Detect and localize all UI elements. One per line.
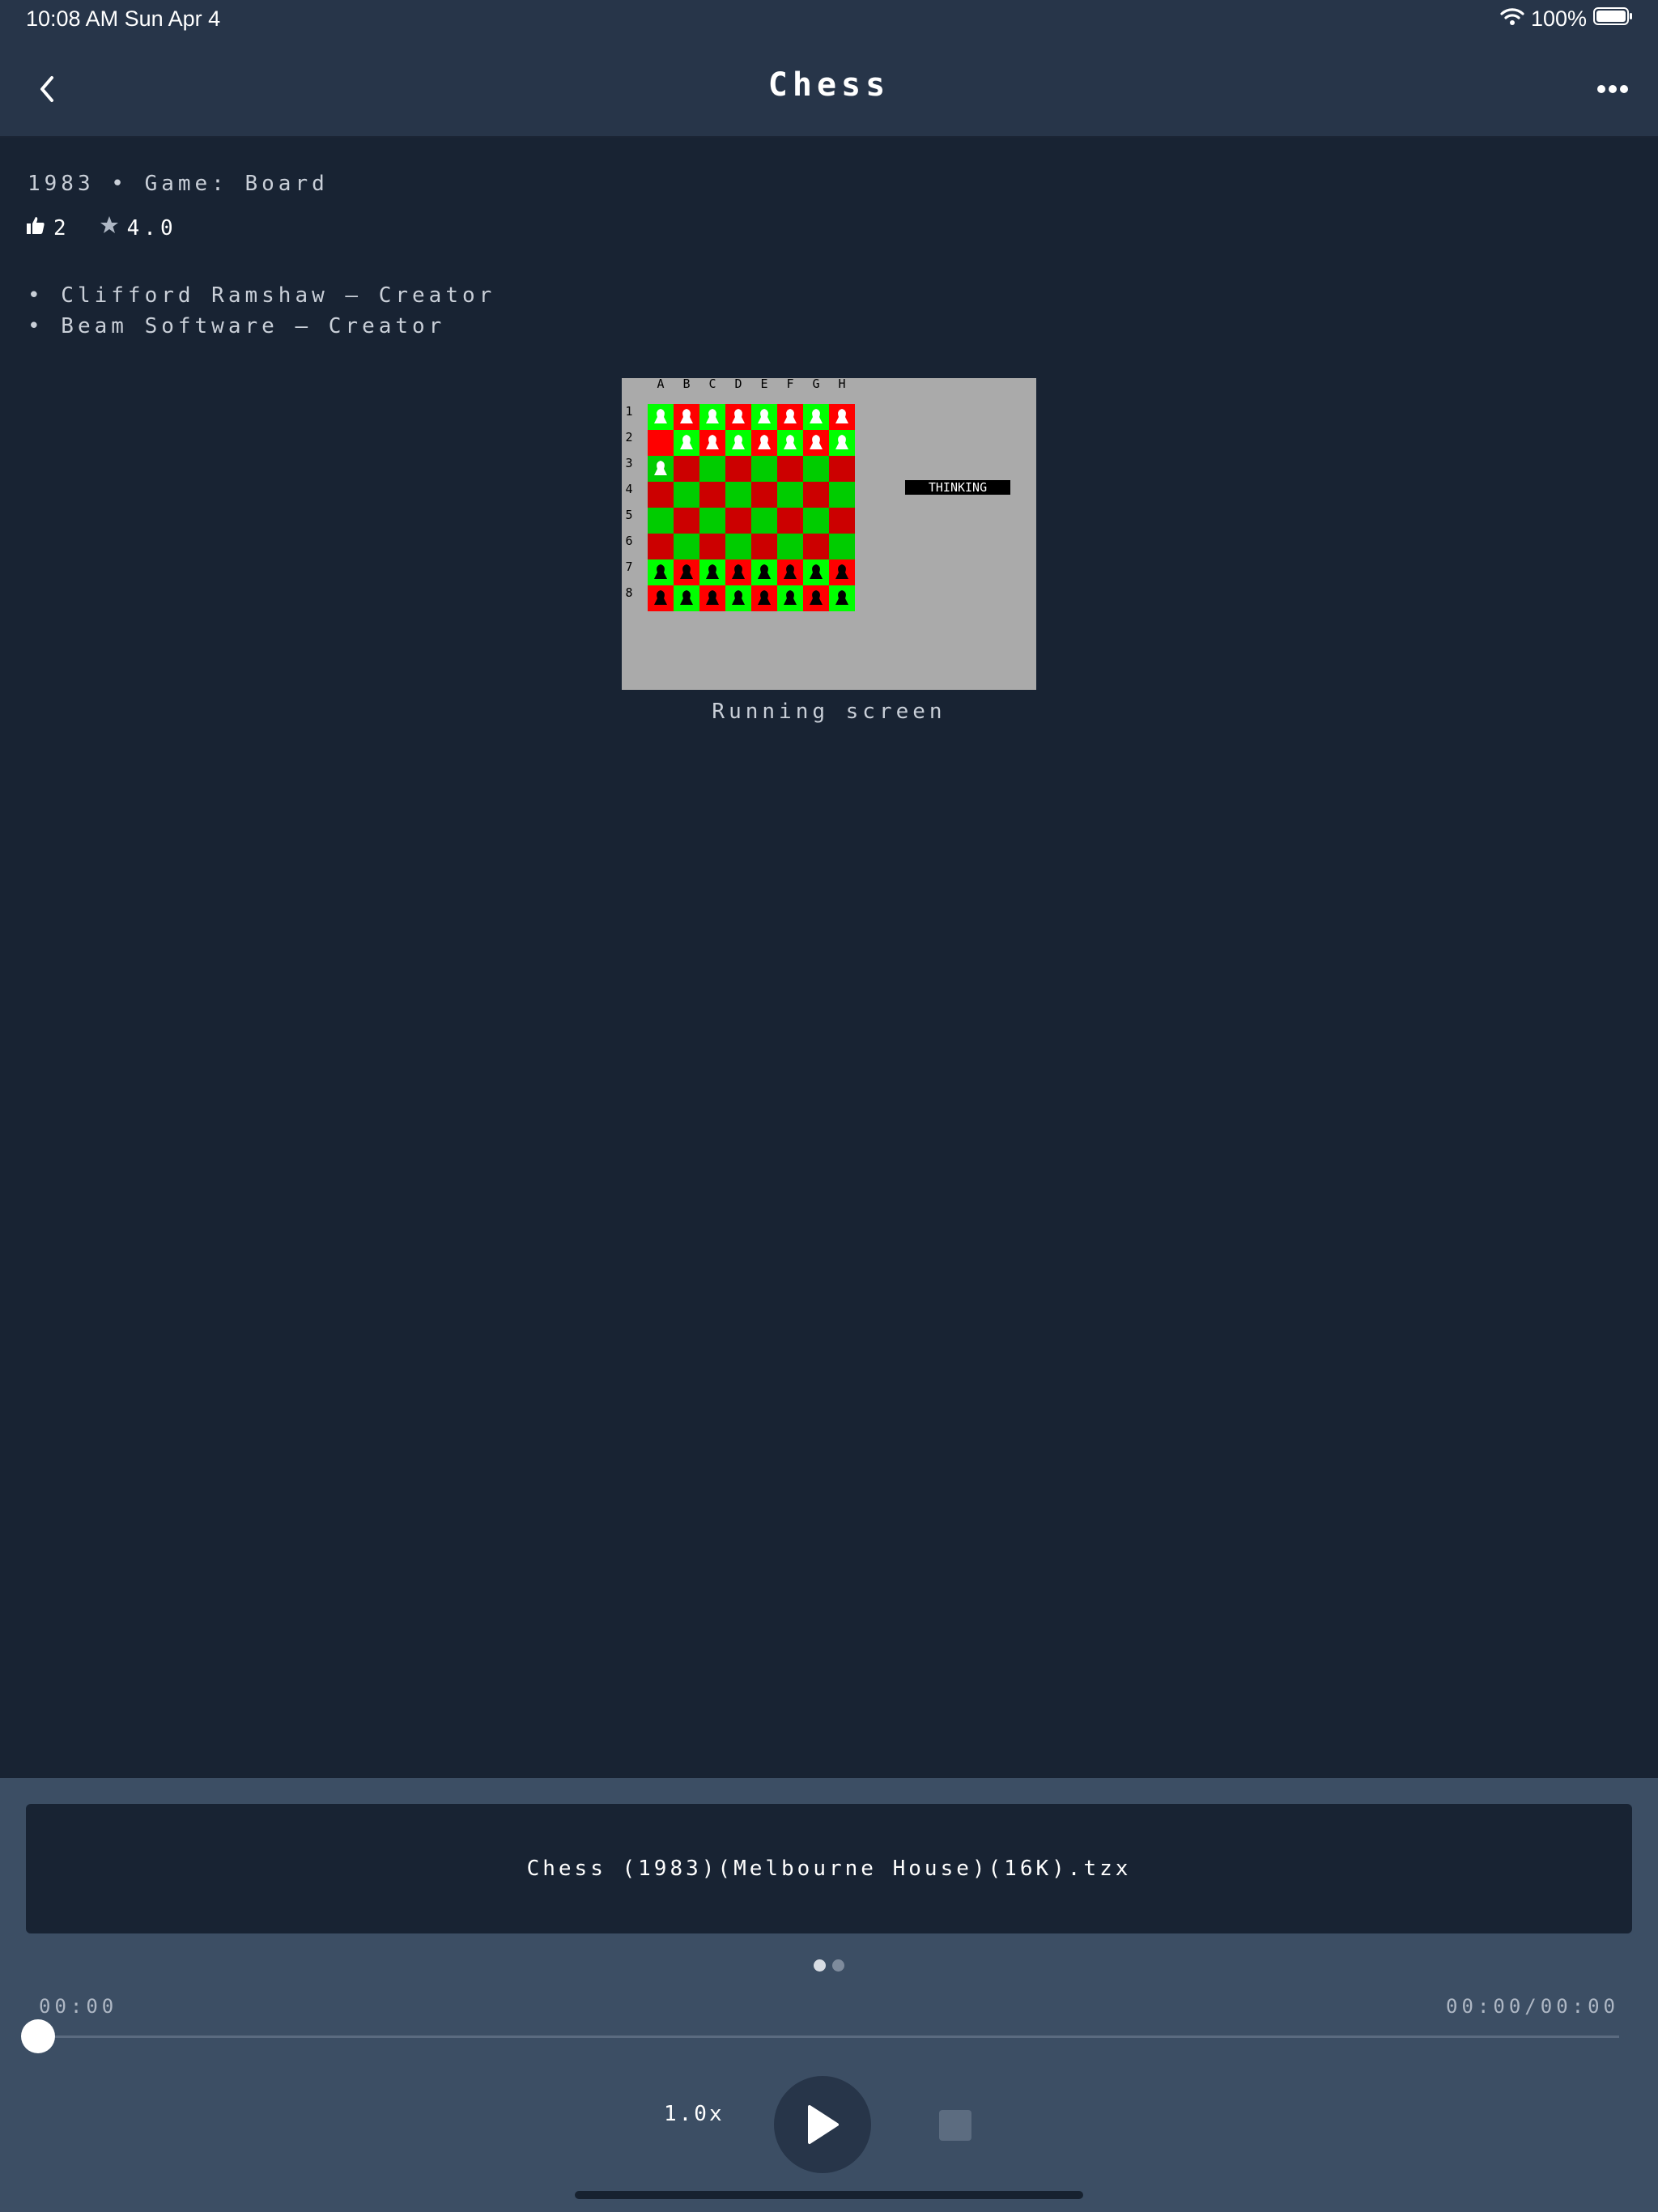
board-square <box>829 456 855 482</box>
board-square <box>648 508 674 534</box>
row-label: 6 <box>625 534 632 548</box>
progress-thumb[interactable] <box>21 2019 55 2053</box>
row-label: 8 <box>625 585 632 600</box>
credits-list: • Clifford Ramshaw – Creator • Beam Soft… <box>28 280 495 342</box>
board-square <box>777 456 803 482</box>
chess-board-image: A B C D E F G H 1 2 3 4 5 6 7 8 THINKING <box>625 376 1010 611</box>
home-indicator <box>575 2191 1083 2199</box>
page-indicator[interactable] <box>0 1959 1658 1972</box>
board-square <box>777 534 803 559</box>
column-label: E <box>760 378 767 391</box>
thinking-label: THINKING <box>929 480 987 495</box>
progress-track[interactable] <box>39 2035 1619 2038</box>
board-square <box>674 508 699 534</box>
wifi-icon <box>1500 6 1524 32</box>
total-time: 00:00/00:00 <box>1446 1995 1619 2018</box>
board-square <box>699 456 725 482</box>
row-label: 3 <box>625 456 632 470</box>
game-screenshot[interactable]: A B C D E F G H 1 2 3 4 5 6 7 8 THINKING <box>622 376 1036 690</box>
board-square <box>803 482 829 508</box>
likes-count: 2 <box>53 215 70 240</box>
board-square <box>803 508 829 534</box>
credit-item: • Beam Software – Creator <box>28 314 446 338</box>
column-label: D <box>734 378 742 391</box>
thumbs-up-icon <box>26 215 45 240</box>
stats-row: 2 4.0 <box>26 215 177 240</box>
board-square <box>648 430 674 456</box>
column-label: H <box>838 378 845 391</box>
rating-value: 4.0 <box>126 215 177 240</box>
column-label: C <box>708 378 716 391</box>
board-square <box>699 482 725 508</box>
stop-button[interactable] <box>939 2110 971 2141</box>
column-label: G <box>812 378 819 391</box>
column-label: A <box>657 378 664 391</box>
board-square <box>648 534 674 559</box>
row-label: 1 <box>625 404 632 419</box>
board-square <box>725 534 751 559</box>
page-dot-active[interactable] <box>814 1959 826 1972</box>
row-label: 7 <box>625 559 632 574</box>
board-square <box>829 534 855 559</box>
board-square <box>777 482 803 508</box>
board-square <box>751 456 777 482</box>
row-label: 2 <box>625 430 632 445</box>
board-square <box>674 482 699 508</box>
play-icon <box>808 2105 839 2144</box>
page-dot[interactable] <box>832 1959 844 1972</box>
elapsed-time: 00:00 <box>39 1995 118 2018</box>
row-label: 4 <box>625 482 632 496</box>
battery-icon <box>1593 6 1634 32</box>
tape-file-name: Chess (1983)(Melbourne House)(16K).tzx <box>526 1857 1132 1881</box>
board-square <box>829 508 855 534</box>
status-bar: 10:08 AM Sun Apr 4 100% <box>0 0 1658 42</box>
year-genre-text: 1983 • Game: Board <box>28 172 329 196</box>
play-button[interactable] <box>774 2076 871 2173</box>
ellipsis-icon <box>1597 85 1628 93</box>
board-square <box>725 508 751 534</box>
board-square <box>829 482 855 508</box>
page-title: Chess <box>767 66 891 104</box>
tape-file-card[interactable]: Chess (1983)(Melbourne House)(16K).tzx <box>26 1804 1632 1933</box>
board-square <box>751 482 777 508</box>
column-label: F <box>786 378 793 391</box>
board-square <box>648 482 674 508</box>
board-square <box>803 534 829 559</box>
board-square <box>699 534 725 559</box>
board-square <box>777 508 803 534</box>
more-button[interactable] <box>1590 74 1635 104</box>
credit-item: • Clifford Ramshaw – Creator <box>28 283 496 308</box>
speed-button[interactable]: 1.0x <box>664 2102 722 2126</box>
screenshot-caption: Running screen <box>712 700 946 724</box>
status-indicators: 100% <box>1500 6 1634 32</box>
board-square <box>751 534 777 559</box>
board-square <box>699 508 725 534</box>
board-square <box>674 534 699 559</box>
battery-percent: 100% <box>1530 6 1587 31</box>
board-square <box>751 508 777 534</box>
navigation-bar: Chess <box>0 42 1658 138</box>
column-label: B <box>682 378 690 391</box>
status-time: 10:08 AM Sun Apr 4 <box>26 6 221 31</box>
board-square <box>725 456 751 482</box>
star-icon <box>100 215 119 240</box>
row-label: 5 <box>625 508 632 522</box>
board-square <box>803 456 829 482</box>
board-square <box>725 482 751 508</box>
board-square <box>674 456 699 482</box>
